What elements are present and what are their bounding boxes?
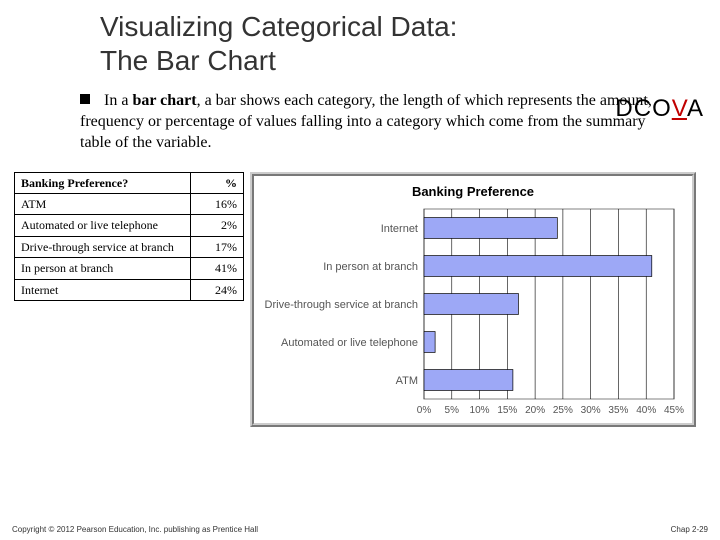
title-line-2: The Bar Chart (100, 45, 276, 76)
svg-text:25%: 25% (553, 405, 573, 416)
svg-text:Automated or live telephone: Automated or live telephone (281, 337, 418, 349)
page-number: Chap 2-29 (671, 525, 708, 534)
bullet-icon (80, 94, 90, 104)
svg-text:15%: 15% (497, 405, 517, 416)
chart-panel: Banking Preference 0% 5% 10% 15% 20% 25% 30% 35… (250, 172, 696, 427)
bar-chart: 0% 5% 10% 15% 20% 25% 30% 35% 40% 45% Internet In p… (254, 203, 692, 423)
svg-text:35%: 35% (608, 405, 628, 416)
body-paragraph: In a bar chart, a bar shows each categor… (80, 91, 680, 153)
chart-title: Banking Preference (254, 176, 692, 203)
svg-text:ATM: ATM (396, 375, 418, 387)
footer: Copyright © 2012 Pearson Education, Inc.… (12, 525, 708, 534)
svg-text:45%: 45% (664, 405, 684, 416)
svg-text:20%: 20% (525, 405, 545, 416)
table-row: Drive-through service at branch17% (15, 236, 244, 257)
table-row: ATM16% (15, 193, 244, 214)
copyright-text: Copyright © 2012 Pearson Education, Inc.… (12, 525, 258, 534)
svg-text:In person at branch: In person at branch (323, 261, 418, 273)
table-row: In person at branch41% (15, 258, 244, 279)
table-row: Internet24% (15, 279, 244, 300)
svg-text:10%: 10% (470, 405, 490, 416)
table-row: Automated or live telephone2% (15, 215, 244, 236)
title-line-1: Visualizing Categorical Data: (100, 11, 457, 42)
table-header-category: Banking Preference? (15, 172, 191, 193)
svg-text:Internet: Internet (381, 223, 418, 235)
svg-text:Drive-through service at branc: Drive-through service at branch (265, 299, 418, 311)
svg-text:40%: 40% (636, 405, 656, 416)
dcova-tag: DCOVA (615, 95, 704, 123)
svg-text:5%: 5% (445, 405, 460, 416)
svg-text:0%: 0% (417, 405, 432, 416)
data-table: Banking Preference? % ATM16% Automated o… (14, 172, 244, 301)
table-header-percent: % (191, 172, 244, 193)
svg-text:30%: 30% (581, 405, 601, 416)
body-text: In a bar chart, a bar shows each categor… (80, 92, 652, 151)
slide-title: Visualizing Categorical Data: The Bar Ch… (0, 0, 720, 83)
